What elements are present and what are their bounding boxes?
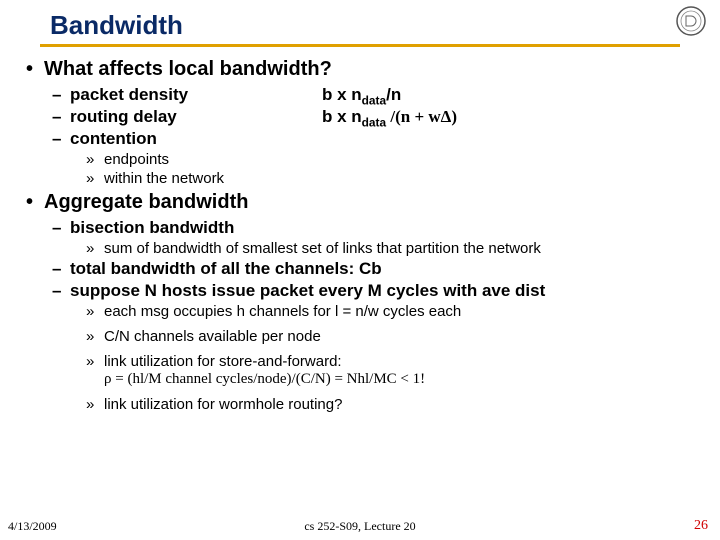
text-routing-delay: routing delay — [70, 107, 177, 126]
seal-logo — [676, 6, 706, 36]
expr-packet-density: b x ndata/n — [322, 85, 401, 107]
slide: Bandwidth What affects local bandwidth? … — [0, 0, 720, 540]
expr-pd-sub: data — [362, 93, 386, 107]
text-packet-density: packet density — [70, 85, 188, 104]
bullet-wormhole: link utilization for wormhole routing? — [86, 396, 706, 413]
bullet-suppose: suppose N hosts issue packet every M cyc… — [52, 281, 706, 301]
bullet-within-network: within the network — [86, 170, 706, 187]
bullet-store-forward: link utilization for store-and-forward: … — [86, 353, 706, 388]
footer-page-number: 26 — [694, 518, 708, 534]
bullet-endpoints: endpoints — [86, 151, 706, 168]
footer-center: cs 252-S09, Lecture 20 — [0, 519, 720, 534]
bullet-local-bw: What affects local bandwidth? — [26, 58, 706, 81]
text-sf-line1: link utilization for store-and-forward: — [104, 353, 342, 370]
bullet-bisection-bw: bisection bandwidth — [52, 218, 706, 238]
bullet-aggregate-bw: Aggregate bandwidth — [26, 191, 706, 214]
bullet-total-bw: total bandwidth of all the channels: Cb — [52, 259, 706, 279]
expr-rd-sub: data — [362, 115, 386, 129]
expr-rd-pre: b x n — [322, 107, 362, 126]
bullet-cn-channels: C/N channels available per node — [86, 328, 706, 345]
bullet-each-msg: each msg occupies h channels for l = n/w… — [86, 303, 706, 320]
expr-pd-pre: b x n — [322, 85, 362, 104]
expr-pd-post: /n — [386, 85, 401, 104]
expr-rd-post: /(n + wΔ) — [386, 107, 457, 126]
text-sf-line2: ρ = (hl/M channel cycles/node)/(C/N) = N… — [104, 371, 425, 387]
title-underline — [40, 44, 680, 47]
expr-routing-delay: b x ndata /(n + wΔ) — [322, 107, 457, 129]
bullet-routing-delay: routing delay b x ndata /(n + wΔ) — [52, 107, 706, 127]
bullet-packet-density: packet density b x ndata/n — [52, 85, 706, 105]
bullet-bisection-def: sum of bandwidth of smallest set of link… — [86, 240, 706, 257]
slide-body: What affects local bandwidth? packet den… — [26, 54, 706, 415]
bullet-contention: contention — [52, 129, 706, 149]
slide-title: Bandwidth — [50, 10, 183, 41]
